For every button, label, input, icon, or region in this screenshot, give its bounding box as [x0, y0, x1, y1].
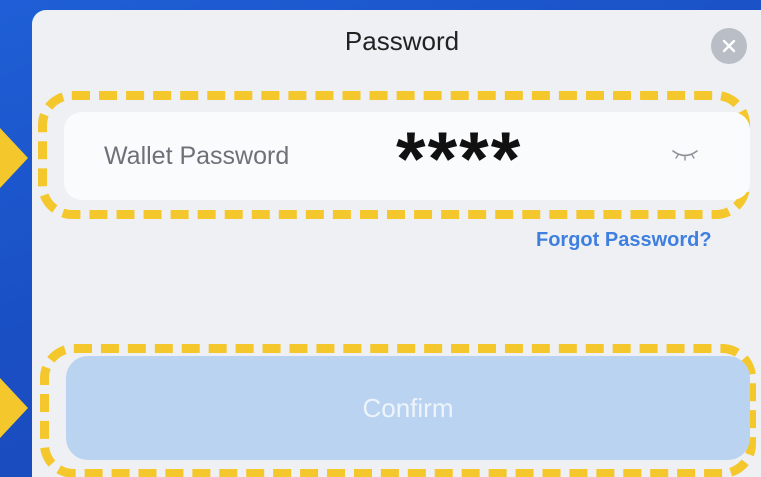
- dialog-title: Password: [344, 26, 460, 56]
- close-icon: [722, 39, 736, 53]
- pointer-arrow-icon: [0, 128, 28, 188]
- forgot-password-link[interactable]: Forgot Password?: [536, 229, 712, 252]
- eye-closed-icon[interactable]: [670, 148, 700, 167]
- close-button[interactable]: [711, 28, 747, 64]
- pointer-arrow-icon: [0, 378, 28, 438]
- confirm-button[interactable]: Confirm: [66, 356, 750, 460]
- password-input[interactable]: Wallet Password ****: [64, 112, 750, 200]
- password-masked-value: ****: [396, 117, 523, 202]
- password-placeholder: Wallet Password: [104, 142, 290, 170]
